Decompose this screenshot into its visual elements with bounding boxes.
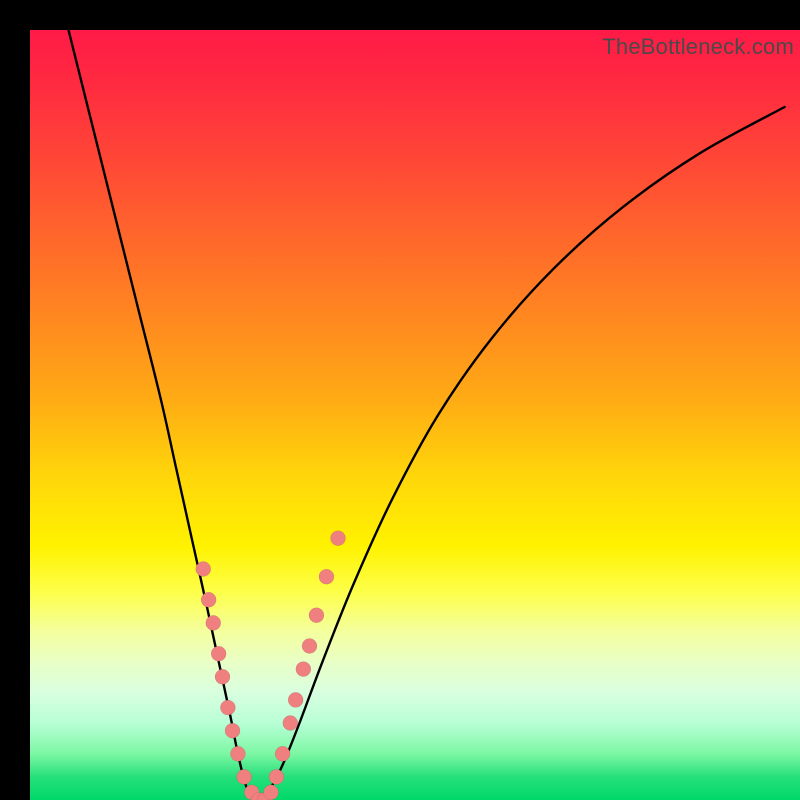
data-point	[215, 669, 230, 684]
curve-layer	[30, 30, 800, 800]
data-point	[296, 662, 311, 677]
data-point	[201, 592, 216, 607]
data-point	[196, 562, 211, 577]
data-point	[275, 746, 290, 761]
watermark-label: TheBottleneck.com	[602, 34, 794, 60]
data-point	[225, 723, 240, 738]
data-point	[244, 785, 259, 800]
data-point	[251, 793, 266, 800]
data-point	[319, 569, 334, 584]
data-point	[230, 746, 245, 761]
data-point	[237, 769, 252, 784]
data-point	[309, 608, 324, 623]
data-point	[283, 716, 298, 731]
data-point	[220, 700, 235, 715]
data-points	[196, 531, 346, 800]
data-point	[331, 531, 346, 546]
data-point	[206, 615, 221, 630]
data-point	[211, 646, 226, 661]
data-point	[302, 639, 317, 654]
chart-frame: TheBottleneck.com	[0, 0, 800, 800]
data-point	[264, 785, 279, 800]
data-point	[257, 793, 272, 800]
data-point	[288, 692, 303, 707]
data-point	[269, 769, 284, 784]
bottleneck-curve	[69, 30, 785, 800]
plot-area: TheBottleneck.com	[30, 30, 800, 800]
